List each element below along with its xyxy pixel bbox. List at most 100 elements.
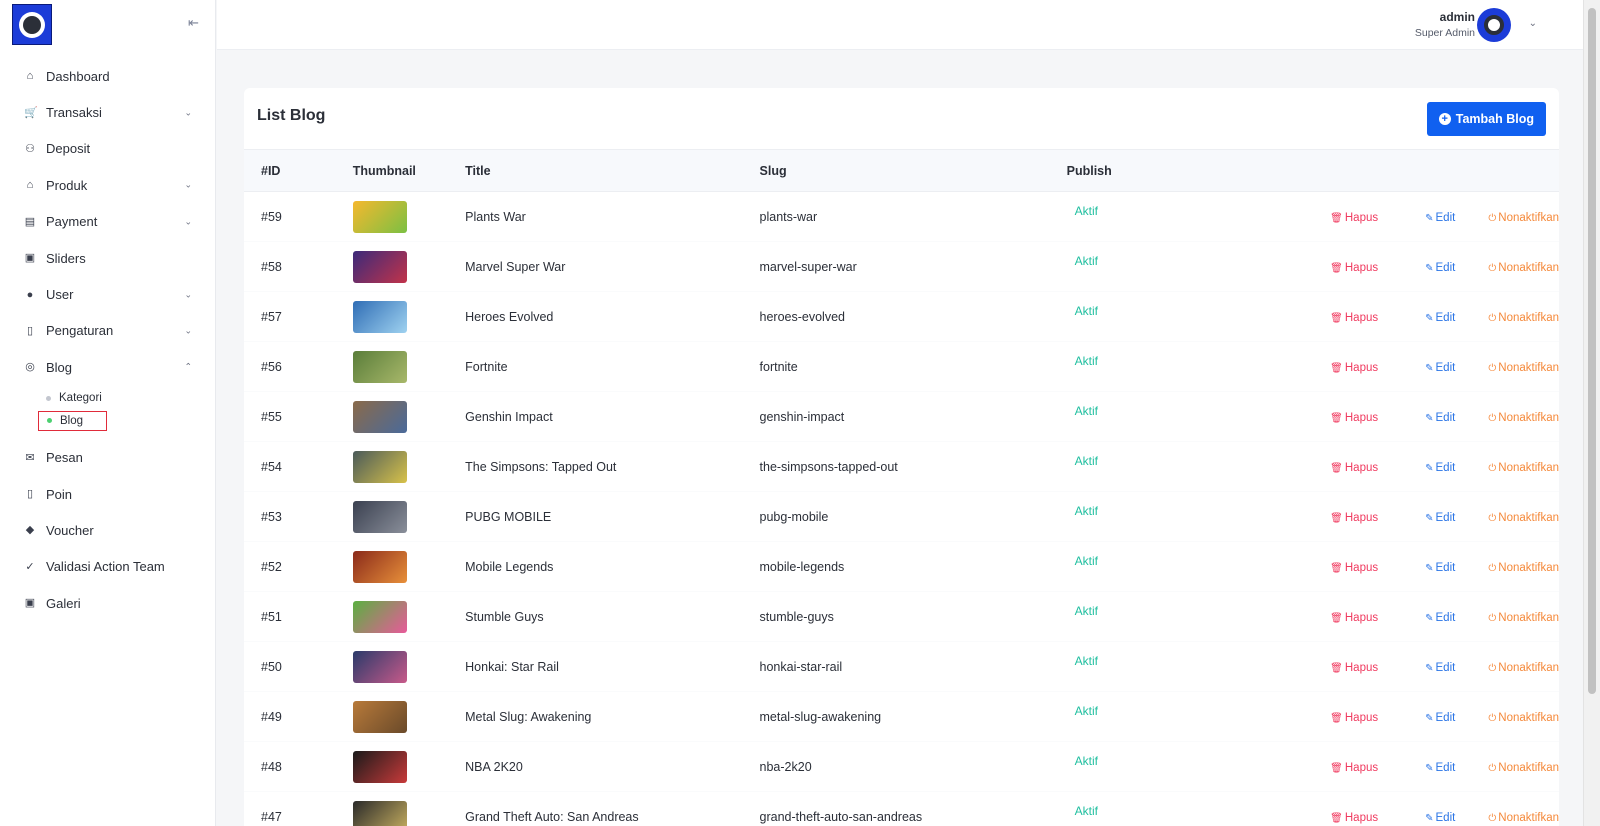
deactivate-button[interactable]: ⏻ Nonaktifkan: [1488, 312, 1559, 324]
edit-button[interactable]: ✎ Edit: [1425, 662, 1455, 674]
delete-button[interactable]: 🗑 Hapus: [1330, 412, 1378, 424]
sidebar-item-poin[interactable]: ▯ Poin: [0, 476, 216, 512]
edit-button[interactable]: ✎ Edit: [1425, 362, 1455, 374]
row-slug: the-simpsons-tapped-out: [759, 459, 898, 474]
edit-button[interactable]: ✎ Edit: [1425, 462, 1455, 474]
deactivate-button[interactable]: ⏻ Nonaktifkan: [1488, 662, 1559, 674]
publish-status-badge: Aktif: [1074, 253, 1098, 268]
edit-label: Edit: [1435, 511, 1456, 524]
edit-button[interactable]: ✎ Edit: [1425, 262, 1455, 274]
add-blog-button[interactable]: + Tambah Blog: [1426, 102, 1546, 136]
edit-button[interactable]: ✎ Edit: [1425, 562, 1455, 574]
delete-button[interactable]: 🗑 Hapus: [1330, 612, 1378, 624]
sidebar-item-produk[interactable]: ⌂ Produk ⌄: [0, 167, 216, 203]
delete-button[interactable]: 🗑 Hapus: [1330, 262, 1378, 274]
sidebar-item-voucher[interactable]: ◆ Voucher: [0, 512, 216, 548]
row-slug: plants-war: [759, 209, 818, 224]
deactivate-button[interactable]: ⏻ Nonaktifkan: [1488, 812, 1559, 824]
edit-button[interactable]: ✎ Edit: [1425, 512, 1455, 524]
publish-status-badge: Aktif: [1074, 453, 1098, 468]
pencil-icon: ✎: [1425, 362, 1434, 374]
sidebar-item-user[interactable]: ● User ⌄: [0, 276, 216, 312]
topbar: admin Super Admin ⌄: [217, 0, 1583, 50]
pencil-icon: ✎: [1425, 312, 1434, 324]
thumbnail-image: [352, 400, 407, 433]
edit-button[interactable]: ✎ Edit: [1425, 412, 1455, 424]
trash-icon: 🗑: [1330, 512, 1343, 524]
table-row: #49 Metal Slug: Awakening metal-slug-awake…: [244, 692, 1559, 742]
edit-button[interactable]: ✎ Edit: [1425, 212, 1455, 224]
edit-button[interactable]: ✎ Edit: [1425, 712, 1455, 724]
delete-button[interactable]: 🗑 Hapus: [1330, 312, 1378, 324]
edit-label: Edit: [1435, 411, 1456, 424]
deactivate-button[interactable]: ⏻ Nonaktifkan: [1488, 712, 1559, 724]
points-icon: ▯: [26, 488, 34, 501]
row-id: #55: [261, 409, 282, 424]
sidebar-item-pesan[interactable]: ✉ Pesan: [0, 440, 216, 476]
delete-button[interactable]: 🗑 Hapus: [1330, 662, 1378, 674]
page-title: List Blog: [257, 107, 326, 124]
avatar[interactable]: [1477, 8, 1511, 42]
row-slug: pubg-mobile: [759, 509, 829, 524]
thumbnail-image: [352, 500, 407, 533]
delete-button[interactable]: 🗑 Hapus: [1330, 462, 1378, 474]
deactivate-button[interactable]: ⏻ Nonaktifkan: [1488, 612, 1559, 624]
edit-button[interactable]: ✎ Edit: [1425, 762, 1455, 774]
sidebar-item-sliders[interactable]: ▣ Sliders: [0, 240, 216, 276]
deactivate-label: Nonaktifkan: [1498, 311, 1559, 324]
delete-button[interactable]: 🗑 Hapus: [1330, 362, 1378, 374]
sidebar-item-payment[interactable]: ▤ Payment ⌄: [0, 204, 216, 240]
sidebar-subitem-kategori[interactable]: Kategori: [46, 386, 216, 411]
deactivate-label: Nonaktifkan: [1498, 511, 1559, 524]
sidebar-item-transaksi[interactable]: 🛒 Transaksi ⌄: [0, 94, 216, 130]
sidebar-item-dashboard[interactable]: ⌂ Dashboard: [0, 58, 216, 94]
edit-label: Edit: [1435, 661, 1456, 674]
page-scrollbar[interactable]: [1583, 0, 1600, 826]
edit-button[interactable]: ✎ Edit: [1425, 612, 1455, 624]
deactivate-button[interactable]: ⏻ Nonaktifkan: [1488, 562, 1559, 574]
trash-icon: 🗑: [1330, 412, 1343, 424]
thumbnail-image: [352, 450, 407, 483]
deactivate-button[interactable]: ⏻ Nonaktifkan: [1488, 512, 1559, 524]
sidebar-subitem-blog[interactable]: Blog: [38, 410, 107, 431]
deactivate-button[interactable]: ⏻ Nonaktifkan: [1488, 412, 1559, 424]
pencil-icon: ✎: [1425, 462, 1434, 474]
deactivate-button[interactable]: ⏻ Nonaktifkan: [1488, 362, 1559, 374]
collapse-sidebar-icon[interactable]: ⇤: [188, 16, 202, 30]
sidebar-item-galeri[interactable]: ▣ Galeri: [0, 585, 216, 621]
delete-button[interactable]: 🗑 Hapus: [1330, 212, 1378, 224]
scrollbar-thumb[interactable]: [1588, 8, 1596, 694]
power-icon: ⏻: [1488, 612, 1497, 624]
sidebar-item-deposit[interactable]: ⚇ Deposit: [0, 131, 216, 167]
bullet-dot-icon: [46, 395, 51, 401]
table-row: #53 PUBG MOBILE pubg-mobile Aktif 🗑 Hapus ✎ Edi…: [244, 492, 1559, 542]
payment-icon: ▤: [24, 215, 36, 228]
chevron-down-icon[interactable]: ⌄: [1529, 18, 1537, 29]
thumbnail-image: [352, 200, 407, 233]
pencil-icon: ✎: [1425, 412, 1434, 424]
delete-button[interactable]: 🗑 Hapus: [1330, 712, 1378, 724]
delete-button[interactable]: 🗑 Hapus: [1330, 762, 1378, 774]
thumbnail-image: [352, 550, 407, 583]
deactivate-button[interactable]: ⏻ Nonaktifkan: [1488, 462, 1559, 474]
publish-status-badge: Aktif: [1074, 753, 1098, 768]
edit-button[interactable]: ✎ Edit: [1425, 312, 1455, 324]
deactivate-button[interactable]: ⏻ Nonaktifkan: [1488, 262, 1559, 274]
sidebar-item-validasi-action-team[interactable]: ✓ Validasi Action Team: [0, 549, 216, 585]
row-id: #50: [261, 659, 282, 674]
edit-button[interactable]: ✎ Edit: [1425, 812, 1455, 824]
app-logo[interactable]: [12, 4, 52, 45]
deactivate-button[interactable]: ⏻ Nonaktifkan: [1488, 762, 1559, 774]
row-title: Stumble Guys: [465, 609, 544, 624]
deactivate-button[interactable]: ⏻ Nonaktifkan: [1488, 212, 1559, 224]
deactivate-label: Nonaktifkan: [1498, 561, 1559, 574]
sidebar-item-blog[interactable]: ◎ Blog ⌃: [0, 349, 216, 385]
delete-button[interactable]: 🗑 Hapus: [1330, 562, 1378, 574]
trash-icon: 🗑: [1330, 312, 1343, 324]
sidebar-item-label: Galeri: [46, 595, 81, 611]
delete-button[interactable]: 🗑 Hapus: [1330, 812, 1378, 824]
sidebar-item-label: User: [46, 287, 74, 303]
delete-button[interactable]: 🗑 Hapus: [1330, 512, 1378, 524]
sidebar-item-pengaturan[interactable]: ▯ Pengaturan ⌄: [0, 313, 216, 349]
power-icon: ⏻: [1488, 562, 1497, 574]
